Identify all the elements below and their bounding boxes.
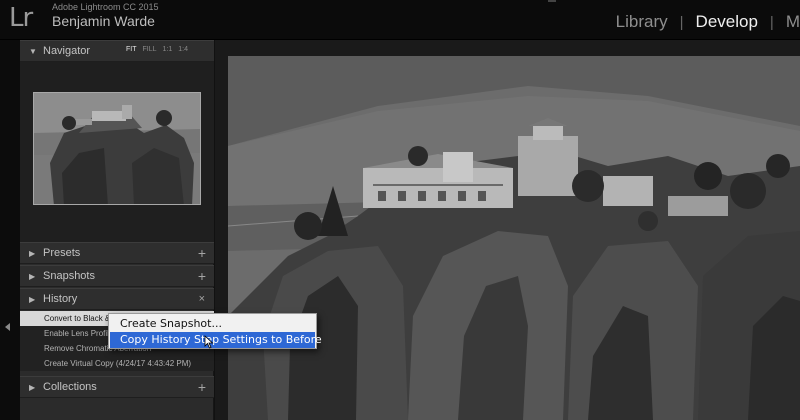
top-divider — [548, 0, 556, 2]
module-picker: Library | Develop | M — [604, 10, 800, 34]
navigator-title: Navigator — [43, 45, 91, 57]
zoom-1-4[interactable]: 1:4 — [178, 46, 188, 53]
zoom-fill[interactable]: FILL — [143, 46, 157, 53]
photo-canvas[interactable] — [228, 56, 800, 420]
triangle-right-icon[interactable]: ▶ — [29, 295, 35, 304]
collections-title: Collections — [43, 381, 97, 393]
presets-header[interactable]: ▶ Presets + — [20, 242, 214, 264]
left-panel-edge[interactable] — [0, 40, 20, 420]
add-snapshot-icon[interactable]: + — [198, 268, 206, 284]
zoom-1-1[interactable]: 1:1 — [163, 46, 173, 53]
identity-plate: Lr Adobe Lightroom CC 2015 Benjamin Ward… — [0, 0, 800, 40]
triangle-right-icon[interactable]: ▶ — [29, 383, 35, 392]
thumbnail-photo — [34, 93, 200, 204]
mouse-pointer-icon — [204, 335, 214, 349]
history-step[interactable]: Create Virtual Copy (4/24/17 4:43:42 PM) — [20, 356, 214, 371]
add-collection-icon[interactable]: + — [198, 379, 206, 395]
user-name: Benjamin Warde — [52, 13, 155, 29]
presets-title: Presets — [43, 247, 81, 259]
module-map[interactable]: M — [774, 12, 800, 32]
history-header[interactable]: ▶ History × — [20, 288, 214, 310]
loupe-view[interactable] — [215, 40, 800, 420]
monastery-photo — [228, 56, 800, 420]
triangle-down-icon[interactable]: ▼ — [29, 47, 37, 56]
triangle-right-icon[interactable]: ▶ — [29, 272, 35, 281]
navigator-thumbnail[interactable] — [33, 92, 201, 205]
history-title: History — [43, 293, 78, 305]
snapshots-header[interactable]: ▶ Snapshots + — [20, 265, 214, 287]
left-panel: ▼ Navigator FIT FILL 1:1 1:4 ▶ Presets +… — [20, 40, 214, 420]
triangle-right-icon[interactable]: ▶ — [29, 249, 35, 258]
menu-item-create-snapshot[interactable]: Create Snapshot... — [110, 316, 315, 332]
lightroom-logo: Lr — [9, 3, 33, 33]
collections-header[interactable]: ▶ Collections + — [20, 376, 214, 398]
collapse-left-panel-icon[interactable] — [5, 323, 10, 331]
snapshots-title: Snapshots — [43, 270, 95, 282]
module-library[interactable]: Library — [604, 12, 680, 32]
module-develop[interactable]: Develop — [684, 12, 770, 32]
app-name: Adobe Lightroom CC 2015 — [52, 2, 159, 12]
zoom-fit[interactable]: FIT — [126, 46, 137, 53]
add-preset-icon[interactable]: + — [198, 245, 206, 261]
clear-history-icon[interactable]: × — [199, 293, 205, 305]
zoom-options: FIT FILL 1:1 1:4 — [126, 46, 188, 53]
navigator-preview[interactable] — [20, 62, 214, 246]
navigator-header[interactable]: ▼ Navigator FIT FILL 1:1 1:4 — [20, 40, 214, 62]
